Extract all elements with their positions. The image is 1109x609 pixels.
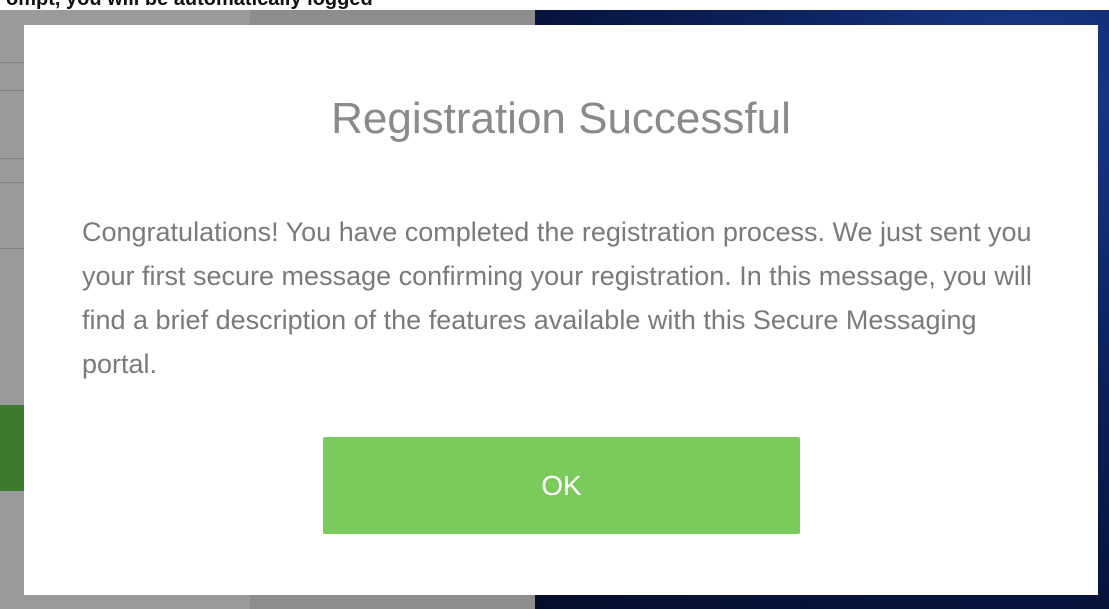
dialog-message: Congratulations! You have completed the … [82,217,1032,379]
screen: ompt, you will be automatically logged R… [0,0,1109,609]
registration-success-dialog: Registration Successful Congratulations!… [24,25,1098,595]
underlying-page-header: ompt, you will be automatically logged [0,0,1109,10]
dialog-title: Registration Successful [331,94,791,143]
ok-button[interactable]: OK [323,437,800,534]
underlying-page-text: ompt, you will be automatically logged [6,0,373,10]
